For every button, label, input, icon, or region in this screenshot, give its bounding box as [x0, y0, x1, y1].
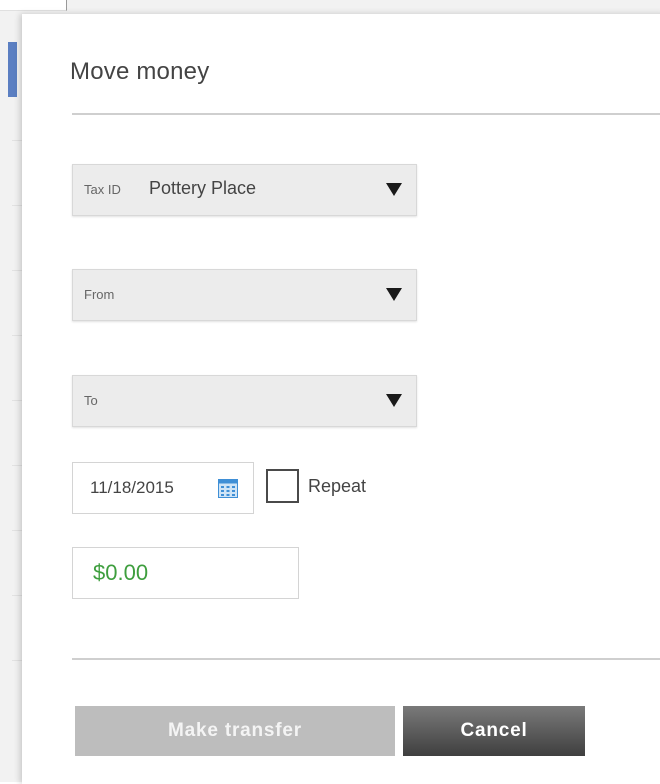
transfer-date-field[interactable]: 11/18/2015: [72, 462, 254, 514]
to-account-select[interactable]: To: [72, 375, 417, 427]
background-divider: [12, 400, 22, 401]
chevron-down-icon: [386, 288, 402, 301]
background-divider: [12, 595, 22, 596]
background-divider: [12, 465, 22, 466]
chevron-down-icon: [386, 394, 402, 407]
footer-divider: [72, 658, 660, 660]
make-transfer-button[interactable]: Make transfer: [75, 706, 395, 756]
background-divider: [12, 205, 22, 206]
background-divider: [12, 335, 22, 336]
tax-id-select[interactable]: Tax ID Pottery Place: [72, 164, 417, 216]
background-accent-bar: [8, 42, 17, 97]
to-label: To: [84, 393, 98, 408]
from-label: From: [84, 287, 115, 302]
tax-id-value: Pottery Place: [149, 178, 257, 198]
background-divider: [12, 660, 22, 661]
repeat-label: Repeat: [308, 476, 367, 496]
background-panel-edge: [0, 0, 67, 11]
background-divider: [12, 530, 22, 531]
header-divider: [72, 113, 660, 115]
chevron-down-icon: [386, 183, 402, 196]
calendar-icon[interactable]: [218, 479, 238, 498]
move-money-dialog: Move money Tax ID Pottery Place From To …: [22, 14, 660, 784]
tax-id-label: Tax ID: [84, 182, 121, 197]
transfer-date-value: 11/18/2015: [90, 478, 174, 497]
amount-value: $0.00: [93, 560, 149, 585]
background-divider: [12, 270, 22, 271]
from-account-select[interactable]: From: [72, 269, 417, 321]
amount-input[interactable]: $0.00: [72, 547, 299, 599]
cancel-button[interactable]: Cancel: [403, 706, 585, 756]
dialog-title: Move money: [70, 58, 210, 85]
repeat-checkbox[interactable]: [266, 469, 299, 503]
background-divider: [12, 140, 22, 141]
